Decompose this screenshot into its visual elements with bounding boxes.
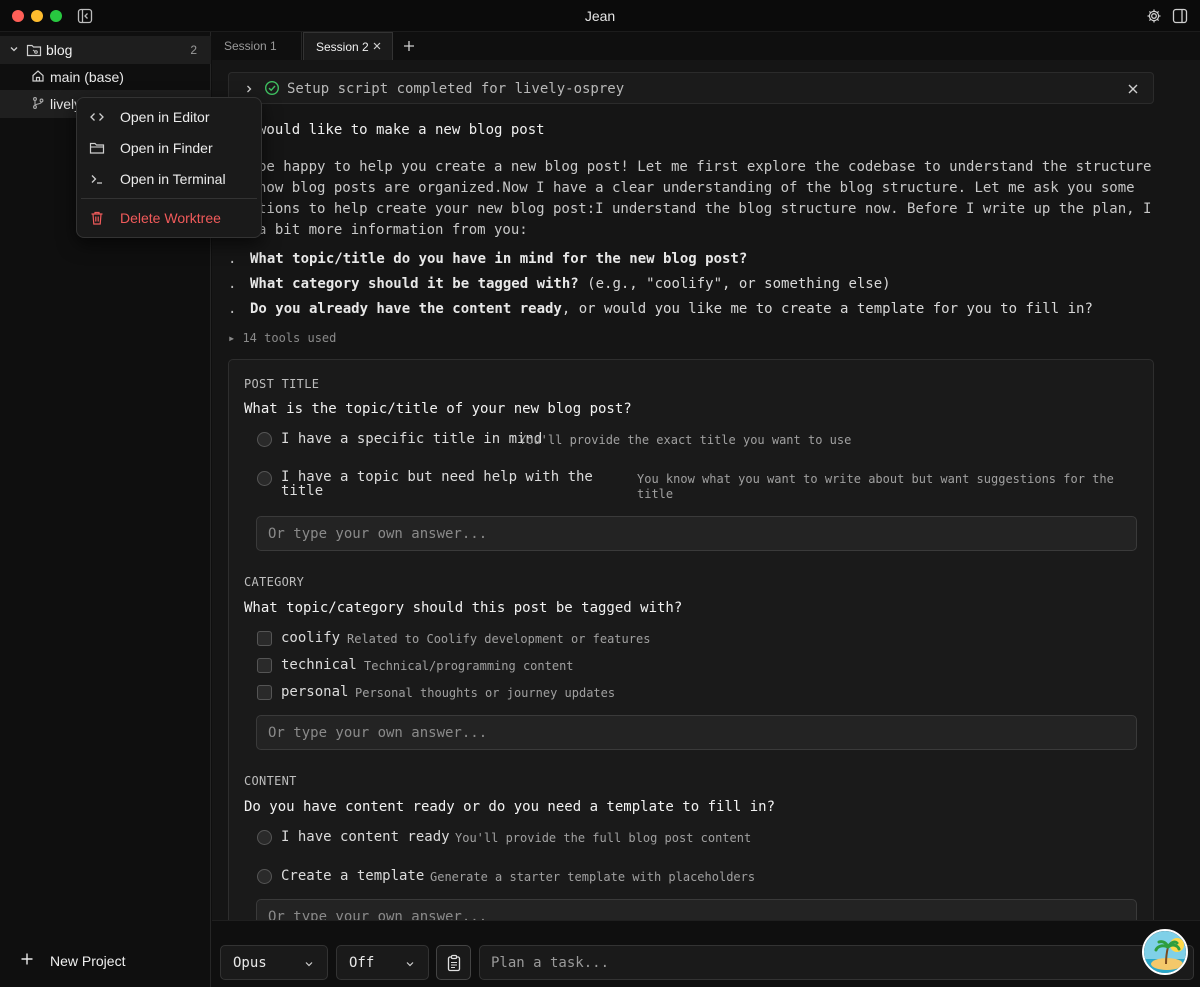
section-question: What is the topic/title of your new blog… [244,401,632,417]
question-rest: , or would you like me to create a templ… [561,301,1093,317]
model-select[interactable]: Opus [220,945,328,980]
other-answer-input[interactable]: Or type your own answer... [256,899,1137,920]
trash-icon [91,211,103,225]
question-item: . What topic/title do you have in mind fo… [228,251,747,267]
question-bold: What topic/title do you have in mind for… [250,251,748,267]
plus-icon [21,953,33,965]
option-description: Personal thoughts or journey updates [355,686,616,700]
tab-session-2[interactable]: Session 2 [303,32,393,60]
checkbox[interactable] [257,658,272,673]
section-label: POST TITLE [244,377,320,391]
tab-label: Session 2 [316,40,369,54]
option-description: You know what you want to write about bu… [637,472,1114,501]
menu-item-open-in-editor[interactable]: Open in Editor [81,103,257,131]
chevron-down-icon [406,962,414,967]
project-row-blog[interactable]: blog 2 [0,36,211,64]
menu-item-label: Open in Editor [120,109,210,125]
new-project-button[interactable]: New Project [0,937,211,987]
plan-mode-button[interactable] [436,945,471,980]
tools-used-toggle[interactable]: ▸ 14 tools used [228,331,336,345]
menu-item-label: Open in Finder [120,140,213,156]
option-title: personal [281,684,349,700]
worktree-context-menu: Open in Editor Open in Finder Open in Te… [76,97,262,238]
app-title: Jean [584,8,616,24]
question-item: . Do you already have the content ready, … [228,301,1093,317]
home-icon [32,70,44,82]
session-tabs: Session 1 Session 2 [212,32,1200,60]
radio-button[interactable] [257,432,272,447]
option-title: technical [281,657,357,673]
option-description: You'll provide the exact title you want … [519,433,852,447]
chevron-right-icon[interactable] [244,84,254,94]
radio-button[interactable] [257,471,272,486]
bullet: . [228,301,237,317]
question-rest: (e.g., "coolify", or something else) [578,276,891,292]
bullet: . [228,251,237,267]
tab-label: Session 1 [224,39,277,53]
title-bar: Jean [0,0,1200,32]
chevron-down-icon [305,962,313,967]
git-branch-icon [33,97,44,109]
other-answer-input[interactable]: Or type your own answer... [256,715,1137,750]
setup-status-text: Setup script completed for lively-osprey [287,81,625,97]
composer-bar: Opus Off Plan a task... [212,920,1200,987]
option-description: Related to Coolify development or featur… [347,632,651,646]
option-title: coolify [281,630,341,646]
checkbox[interactable] [257,631,272,646]
thinking-select[interactable]: Off [336,945,429,980]
option-description: Technical/programming content [364,659,574,673]
option-title: Create a template [281,868,425,884]
folder-git-icon [26,44,42,57]
menu-item-delete-worktree[interactable]: Delete Worktree [81,204,257,232]
menu-item-open-in-finder[interactable]: Open in Finder [81,134,257,162]
assistant-message: be happy to help you create a new blog p… [258,159,1152,238]
worktree-main[interactable]: main (base) [0,63,211,91]
other-answer-input[interactable]: Or type your own answer... [256,516,1137,551]
close-tab-icon[interactable] [372,41,382,51]
question-bold: What category should it be tagged with? [250,276,579,292]
task-input[interactable]: Plan a task... [479,945,1194,980]
section-question: Do you have content ready or do you need… [244,799,776,815]
worktree-count: 2 [190,43,197,57]
menu-item-label: Delete Worktree [120,210,221,226]
gear-icon[interactable] [1146,8,1162,24]
question-panel: POST TITLE What is the topic/title of yo… [228,359,1154,920]
tab-session-1[interactable]: Session 1 [212,32,302,60]
section-label: CONTENT [244,774,297,788]
new-project-label: New Project [50,953,126,969]
terminal-icon [91,175,102,184]
question-item: . What category should it be tagged with?… [228,276,891,292]
section-question: What topic/category should this post be … [244,600,683,616]
check-circle-icon [264,80,280,96]
question-bold: Do you already have the content ready [250,301,562,317]
chevron-down-icon[interactable] [9,44,19,54]
option-title: I have a specific title in mind [281,431,543,447]
checkbox[interactable] [257,685,272,700]
setup-status-bar[interactable]: Setup script completed for lively-osprey [228,72,1154,104]
chat-area: Setup script completed for lively-osprey… [212,60,1200,920]
section-label: CATEGORY [244,575,305,589]
close-icon[interactable] [1127,83,1139,95]
code-icon [90,113,104,121]
clipboard-icon [447,954,461,972]
project-name: blog [46,42,73,58]
right-panel-toggle-icon[interactable] [1172,8,1188,24]
radio-button[interactable] [257,869,272,884]
option-description: Generate a starter template with placeho… [430,870,756,884]
add-tab-icon[interactable] [402,39,416,53]
menu-separator [81,198,257,199]
user-message: would like to make a new blog post [258,122,545,138]
menu-item-label: Open in Terminal [120,171,226,187]
menu-item-open-in-terminal[interactable]: Open in Terminal [81,165,257,193]
radio-button[interactable] [257,830,272,845]
worktree-label: main (base) [50,69,124,85]
thinking-select-value: Off [349,955,375,971]
bullet: . [228,276,237,292]
option-title: I have content ready [281,829,450,845]
model-select-value: Opus [233,955,267,971]
avatar[interactable] [1142,929,1188,975]
option-title: I have a topic but need help with the ti… [281,469,593,499]
folder-icon [89,142,105,154]
option-description: You'll provide the full blog post conten… [455,831,752,845]
